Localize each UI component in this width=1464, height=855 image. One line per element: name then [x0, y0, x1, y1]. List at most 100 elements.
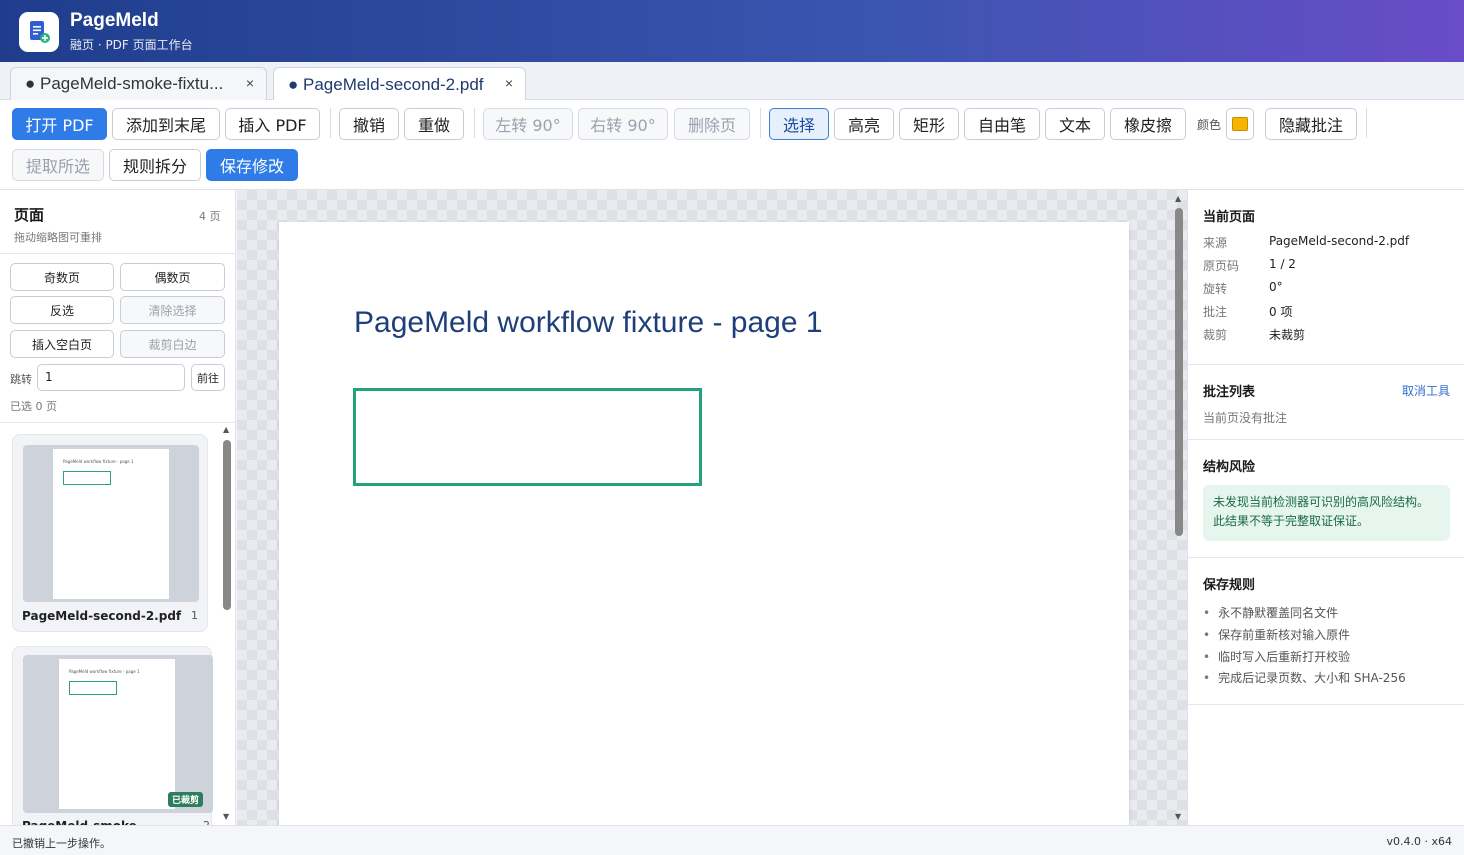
save-rule-item: 保存前重新核对输入原件	[1203, 626, 1350, 643]
toolbar-divider	[330, 108, 331, 138]
status-message: 已撤销上一步操作。	[12, 837, 111, 850]
eraser-tool-button[interactable]: 橡皮擦	[1110, 108, 1186, 140]
thumbnail-frame: PageMeld workflow fixture - page 1	[23, 445, 199, 602]
original-page-value: 1 / 2	[1269, 257, 1296, 271]
jump-label: 跳转	[10, 373, 32, 386]
rotation-value: 0°	[1269, 280, 1283, 294]
rotate-left-button[interactable]: 左转 90°	[483, 108, 573, 140]
version-label: v0.4.0 · x64	[1386, 835, 1453, 848]
color-picker-button[interactable]	[1226, 108, 1254, 140]
toolbar-divider	[760, 108, 761, 138]
page-count: 4 页	[199, 210, 221, 223]
inspector-panel: 当前页面 来源 PageMeld-second-2.pdf 原页码 1 / 2 …	[1187, 190, 1464, 825]
thumbnail-page: PageMeld workflow fixture - page 1	[59, 659, 175, 809]
thumbnail-annotation	[69, 681, 117, 695]
save-rule-item: 永不静默覆盖同名文件	[1203, 604, 1338, 621]
rectangle-tool-button[interactable]: 矩形	[899, 108, 959, 140]
clear-selection-button[interactable]: 清除选择	[120, 296, 225, 324]
toolbar-divider	[1366, 108, 1367, 138]
tab-label: ● PageMeld-smoke-fixtu...	[25, 74, 224, 93]
thumbnail-frame: PageMeld workflow fixture - page 1 已裁剪	[23, 655, 213, 813]
tab-smoke-fixture[interactable]: ● PageMeld-smoke-fixtu... ×	[10, 67, 267, 100]
trim-whitespace-button[interactable]: 裁剪白边	[120, 330, 225, 358]
undo-button[interactable]: 撤销	[339, 108, 399, 140]
color-swatch	[1232, 117, 1248, 131]
app-logo	[19, 12, 59, 52]
save-rule-item: 临时写入后重新打开校验	[1203, 648, 1350, 665]
scroll-up-icon[interactable]: ▲	[1175, 194, 1181, 203]
sidebar-title: 页面	[14, 206, 45, 224]
highlight-tool-button[interactable]: 高亮	[834, 108, 894, 140]
section-title: 保存规则	[1203, 578, 1256, 593]
select-odd-button[interactable]: 奇数页	[10, 263, 114, 291]
toolbar-divider	[474, 108, 475, 138]
thumbnail-annotation	[63, 471, 111, 485]
page-thumbnail-1[interactable]: PageMeld workflow fixture - page 1 PageM…	[12, 434, 208, 632]
risk-result-line: 此结果不等于完整取证保证。	[1213, 514, 1370, 528]
crop-value: 未裁剪	[1269, 328, 1306, 342]
selected-count: 已选 0 页	[10, 400, 57, 413]
document-plus-icon	[30, 21, 50, 43]
thumbnail-page-title: PageMeld workflow fixture - page 1	[69, 669, 140, 674]
go-button[interactable]: 前往	[191, 364, 225, 391]
delete-page-button[interactable]: 删除页	[674, 108, 750, 140]
app-header: PageMeld 融页 · PDF 页面工作台	[0, 0, 1464, 62]
cancel-tool-link[interactable]: 取消工具	[1402, 382, 1450, 399]
extract-selected-button[interactable]: 提取所选	[12, 149, 104, 181]
thumbnail-page: PageMeld workflow fixture - page 1	[53, 449, 169, 599]
jump-page-input[interactable]: 1	[37, 364, 185, 391]
pdf-page[interactable]: PageMeld workflow fixture - page 1	[279, 222, 1129, 825]
page-thumbnail-2[interactable]: PageMeld workflow fixture - page 1 已裁剪 P…	[12, 646, 213, 847]
color-label: 颜色	[1197, 118, 1222, 132]
invert-selection-button[interactable]: 反选	[10, 296, 114, 324]
page-heading: PageMeld workflow fixture - page 1	[354, 306, 823, 339]
select-tool-button[interactable]: 选择	[769, 108, 829, 140]
thumbnail-filename: PageMeld-second-2.pdf	[22, 609, 182, 623]
section-title: 批注列表	[1203, 385, 1256, 400]
save-rules-section: 保存规则 永不静默覆盖同名文件 保存前重新核对输入原件 临时写入后重新打开校验 …	[1188, 558, 1464, 705]
annotation-count-label: 批注	[1203, 305, 1228, 319]
divider	[0, 422, 236, 423]
scroll-down-icon[interactable]: ▼	[223, 812, 229, 821]
source-value: PageMeld-second-2.pdf	[1269, 234, 1410, 248]
scroll-down-icon[interactable]: ▼	[1175, 812, 1181, 821]
page-canvas[interactable]: PageMeld workflow fixture - page 1	[237, 190, 1187, 825]
section-title: 结构风险	[1203, 460, 1256, 475]
original-page-label: 原页码	[1203, 259, 1240, 273]
divider	[0, 253, 236, 254]
rule-split-button[interactable]: 规则拆分	[109, 149, 201, 181]
canvas-scrollbar[interactable]	[1175, 208, 1183, 536]
app-subtitle: 融页 · PDF 页面工作台	[70, 38, 193, 52]
thumbnail-page-number: 1	[191, 609, 198, 622]
sidebar-scrollbar[interactable]	[223, 440, 231, 610]
section-title: 当前页面	[1203, 210, 1256, 225]
reorder-hint: 拖动缩略图可重排	[14, 231, 102, 244]
annotation-list-section: 批注列表 取消工具 当前页没有批注	[1188, 365, 1464, 440]
risk-result-box: 未发现当前检测器可识别的高风险结构。 此结果不等于完整取证保证。	[1203, 485, 1450, 541]
hide-annotations-button[interactable]: 隐藏批注	[1265, 108, 1357, 140]
insert-blank-page-button[interactable]: 插入空白页	[10, 330, 114, 358]
redo-button[interactable]: 重做	[404, 108, 464, 140]
scroll-up-icon[interactable]: ▲	[223, 425, 229, 434]
insert-pdf-button[interactable]: 插入 PDF	[225, 108, 320, 140]
rotate-right-button[interactable]: 右转 90°	[578, 108, 668, 140]
freehand-tool-button[interactable]: 自由笔	[964, 108, 1040, 140]
rectangle-annotation[interactable]	[353, 388, 702, 486]
rotation-label: 旋转	[1203, 282, 1228, 296]
append-button[interactable]: 添加到末尾	[112, 108, 220, 140]
app-title: PageMeld	[70, 10, 159, 31]
save-rule-item: 完成后记录页数、大小和 SHA-256	[1203, 669, 1406, 686]
close-icon[interactable]: ×	[505, 75, 513, 91]
risk-result-line: 未发现当前检测器可识别的高风险结构。	[1213, 495, 1430, 509]
text-tool-button[interactable]: 文本	[1045, 108, 1105, 140]
annotation-count-value: 0 项	[1269, 305, 1293, 319]
tab-label: ● PageMeld-second-2.pdf	[288, 74, 484, 94]
select-even-button[interactable]: 偶数页	[120, 263, 225, 291]
open-pdf-button[interactable]: 打开 PDF	[12, 108, 107, 140]
current-page-section: 当前页面 来源 PageMeld-second-2.pdf 原页码 1 / 2 …	[1188, 190, 1464, 365]
tab-second-2[interactable]: ● PageMeld-second-2.pdf ×	[273, 67, 526, 101]
save-button[interactable]: 保存修改	[206, 149, 298, 181]
close-icon[interactable]: ×	[246, 75, 254, 91]
document-tab-bar: ● PageMeld-smoke-fixtu... × ● PageMeld-s…	[0, 62, 1464, 101]
source-label: 来源	[1203, 236, 1228, 250]
